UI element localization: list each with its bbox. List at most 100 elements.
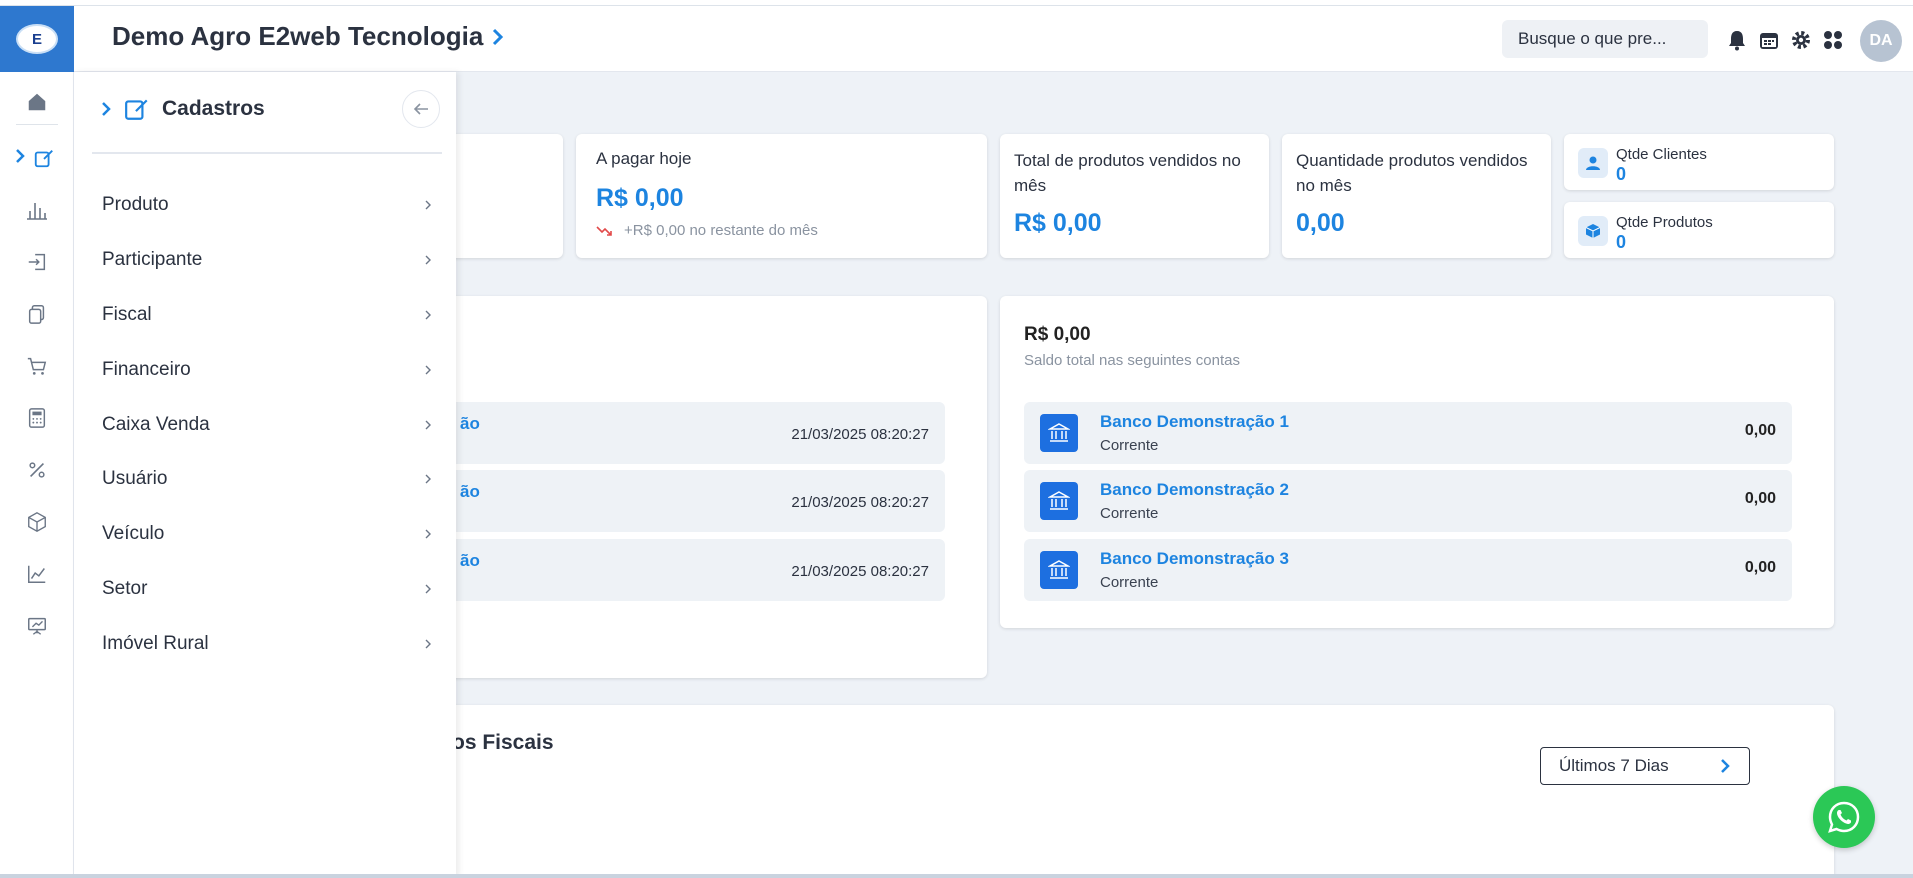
card-value: 0 — [1616, 164, 1627, 184]
login-icon[interactable] — [19, 244, 55, 280]
bank-amount: 0,00 — [1744, 559, 1776, 576]
balance-card: R$ 0,00 Saldo total nas seguintes contas… — [1000, 296, 1834, 628]
apps-icon[interactable] — [1822, 29, 1844, 51]
card-value: R$ 0,00 — [596, 184, 684, 212]
menu-item-fiscal[interactable]: Fiscal — [102, 300, 432, 330]
presentation-icon[interactable] — [19, 608, 55, 644]
logo-mark: E — [16, 24, 58, 54]
bank-amount: 0,00 — [1744, 422, 1776, 439]
row-date: 21/03/2025 08:20:27 — [791, 563, 929, 580]
company-selector[interactable]: Demo Agro E2web Tecnologia — [112, 21, 505, 52]
menu-label: Participante — [102, 249, 203, 270]
balance-total: R$ 0,00 — [1024, 324, 1091, 345]
panel-divider — [92, 152, 442, 154]
chevron-right-icon — [425, 200, 431, 210]
chevron-right-icon — [425, 529, 431, 539]
bank-icon — [1040, 414, 1078, 452]
box-icon[interactable] — [19, 504, 55, 540]
bank-icon — [1040, 551, 1078, 589]
bank-account-row[interactable]: Banco Demonstração 2 Corrente 0,00 — [1024, 470, 1792, 532]
menu-item-setor[interactable]: Setor — [102, 574, 432, 604]
trend-down-icon — [596, 225, 612, 236]
list-item[interactable]: ão 21/03/2025 08:20:27 — [414, 470, 945, 532]
arrow-left-icon — [413, 103, 428, 115]
menu-label: Usuário — [102, 468, 168, 489]
menu-item-imovel-rural[interactable]: Imóvel Rural — [102, 629, 432, 659]
bank-account-row[interactable]: Banco Demonstração 3 Corrente 0,00 — [1024, 539, 1792, 601]
panel-title: Cadastros — [162, 97, 265, 120]
avatar[interactable]: DA — [1860, 20, 1902, 62]
period-select-button[interactable]: Últimos 7 Dias — [1540, 747, 1750, 785]
whatsapp-icon — [1828, 801, 1860, 833]
menu-item-financeiro[interactable]: Financeiro — [102, 355, 432, 385]
chevron-right-icon — [493, 28, 504, 45]
card-value: R$ 0,00 — [1014, 209, 1102, 237]
card-qtde-clientes: Qtde Clientes 0 — [1564, 134, 1834, 190]
row-title: ão — [460, 414, 480, 433]
bank-name: Banco Demonstração 3 — [1100, 549, 1289, 568]
card-total-vendidos: Total de produtos vendidos no mês R$ 0,0… — [1000, 134, 1269, 258]
search-input[interactable] — [1502, 20, 1708, 58]
collapse-panel-button[interactable] — [402, 90, 440, 128]
row-date: 21/03/2025 08:20:27 — [791, 426, 929, 443]
chevron-right-icon — [425, 310, 431, 320]
list-item[interactable]: ão 21/03/2025 08:20:27 — [414, 539, 945, 601]
calculator-icon[interactable] — [19, 400, 55, 436]
chevron-right-icon — [14, 148, 26, 169]
logo[interactable]: E — [0, 6, 74, 72]
activity-card: ão 21/03/2025 08:20:27 ão 21/03/2025 08:… — [400, 296, 987, 678]
bank-type: Corrente — [1100, 574, 1159, 591]
card-sub: +R$ 0,00 no restante do mês — [624, 222, 818, 239]
logo-text: E — [31, 30, 42, 48]
card-qtde-produtos: Qtde Produtos 0 — [1564, 202, 1834, 258]
chevron-right-icon — [102, 102, 111, 116]
edit-icon — [125, 99, 148, 120]
fiscal-title: os Fiscais — [452, 731, 554, 754]
bottom-border — [0, 874, 1913, 878]
gear-icon[interactable] — [1790, 29, 1812, 51]
card-label: Total de produtos vendidos no mês — [1014, 151, 1241, 195]
row-title: ão — [460, 551, 480, 570]
percent-icon[interactable] — [19, 452, 55, 488]
bell-icon[interactable] — [1726, 29, 1748, 51]
left-rail: E — [0, 6, 74, 878]
menu-label: Fiscal — [102, 304, 152, 325]
company-name: Demo Agro E2web Tecnologia — [112, 21, 484, 51]
menu-item-participante[interactable]: Participante — [102, 245, 432, 275]
menu-label: Veículo — [102, 523, 165, 544]
bank-name: Banco Demonstração 1 — [1100, 412, 1289, 431]
bank-account-row[interactable]: Banco Demonstração 1 Corrente 0,00 — [1024, 402, 1792, 464]
row-date: 21/03/2025 08:20:27 — [791, 494, 929, 511]
card-qtd-vendidos: Quantidade produtos vendidos no mês 0,00 — [1282, 134, 1551, 258]
menu-item-veiculo[interactable]: Veículo — [102, 519, 432, 549]
top-header: Demo Agro E2web Tecnologia DA — [74, 6, 1913, 72]
bank-icon — [1040, 482, 1078, 520]
fiscal-card: os Fiscais — [400, 705, 1834, 878]
user-icon — [1578, 148, 1608, 178]
menu-item-caixa-venda[interactable]: Caixa Venda — [102, 410, 432, 440]
menu-label: Setor — [102, 578, 148, 599]
card-label: Quantidade produtos vendidos no mês — [1296, 151, 1528, 195]
menu-item-produto[interactable]: Produto — [102, 190, 432, 220]
menu-item-usuario[interactable]: Usuário — [102, 464, 432, 494]
menu-label: Financeiro — [102, 359, 191, 380]
cart-icon[interactable] — [19, 348, 55, 384]
bank-type: Corrente — [1100, 437, 1159, 454]
chart-bar-icon[interactable] — [19, 192, 55, 228]
chevron-right-icon — [425, 365, 431, 375]
chevron-right-icon — [425, 474, 431, 484]
cube-icon — [1578, 216, 1608, 246]
line-chart-icon[interactable] — [19, 556, 55, 592]
copy-icon[interactable] — [19, 296, 55, 332]
bank-type: Corrente — [1100, 505, 1159, 522]
whatsapp-button[interactable] — [1813, 786, 1875, 848]
card-value: 0 — [1616, 232, 1627, 252]
balance-caption: Saldo total nas seguintes contas — [1024, 352, 1240, 369]
list-item[interactable]: ão 21/03/2025 08:20:27 — [414, 402, 945, 464]
bank-amount: 0,00 — [1744, 490, 1776, 507]
edit-icon[interactable] — [26, 140, 62, 176]
calendar-icon[interactable] — [1758, 29, 1780, 51]
card-value: 0,00 — [1296, 209, 1345, 237]
home-icon[interactable] — [19, 84, 55, 120]
card-pagar-hoje: A pagar hoje R$ 0,00 +R$ 0,00 no restant… — [576, 134, 987, 258]
